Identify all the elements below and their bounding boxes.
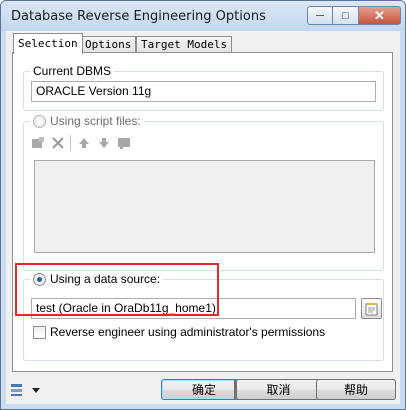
script-files-list[interactable] (34, 160, 375, 253)
options-menu-icon (11, 384, 22, 396)
current-dbms-field: ORACLE Version 11g (31, 81, 376, 102)
toolbar-separator (70, 135, 71, 151)
move-down-icon[interactable] (96, 135, 112, 151)
bottom-menu[interactable] (9, 381, 41, 399)
help-button-label: 帮助 (343, 383, 368, 397)
delete-icon[interactable] (50, 135, 66, 151)
admin-permissions-label: Reverse engineer using administrator's p… (50, 325, 326, 339)
script-files-label: Using script files: (50, 114, 141, 128)
dropdown-arrow-icon (32, 388, 40, 393)
browse-data-source-button[interactable] (361, 298, 382, 319)
current-dbms-value: ORACLE Version 11g (36, 84, 152, 98)
current-dbms-label: Current DBMS (33, 64, 112, 78)
title-bar[interactable]: Database Reverse Engineering Options ─ □… (1, 1, 405, 31)
dialog-window: Database Reverse Engineering Options ─ □… (0, 0, 406, 410)
script-files-toolbar (30, 135, 150, 151)
cancel-button-label: 取消 (266, 383, 291, 397)
add-file-icon[interactable] (30, 135, 46, 151)
tab-options[interactable]: Options (80, 36, 137, 53)
highlight-box (15, 263, 219, 316)
tab-options-label: Options (85, 38, 132, 51)
window-title: Database Reverse Engineering Options (11, 9, 266, 24)
script-files-legend[interactable]: Using script files: (30, 114, 144, 128)
tab-selection[interactable]: Selection (13, 33, 83, 54)
tab-selection-label: Selection (18, 37, 78, 50)
maximize-button[interactable]: □ (333, 6, 359, 25)
selection-panel: Current DBMS ORACLE Version 11g Using sc… (12, 52, 393, 372)
admin-permissions-checkbox[interactable] (33, 325, 46, 339)
dialog-body: Selection Options Target Models Current … (6, 31, 400, 404)
current-dbms-legend: Current DBMS (30, 64, 115, 78)
script-files-group: Using script files: (23, 114, 384, 271)
maximize-icon: □ (342, 9, 349, 22)
cancel-button[interactable]: 取消 (236, 379, 321, 400)
tab-target-models-label: Target Models (141, 38, 228, 51)
browse-icon (365, 302, 377, 315)
close-icon: ✕ (374, 7, 385, 23)
close-button[interactable]: ✕ (359, 6, 401, 25)
current-dbms-group: Current DBMS ORACLE Version 11g (23, 64, 384, 111)
admin-permissions-option[interactable]: Reverse engineer using administrator's p… (33, 325, 325, 339)
minimize-button[interactable]: ─ (307, 6, 333, 25)
tab-target-models[interactable]: Target Models (136, 36, 233, 53)
folder-icon[interactable] (116, 135, 132, 151)
script-files-radio[interactable] (33, 114, 46, 128)
ok-button-label: 确定 (191, 383, 216, 397)
move-up-icon[interactable] (76, 135, 92, 151)
help-button[interactable]: 帮助 (316, 379, 396, 400)
minimize-icon: ─ (316, 9, 324, 22)
